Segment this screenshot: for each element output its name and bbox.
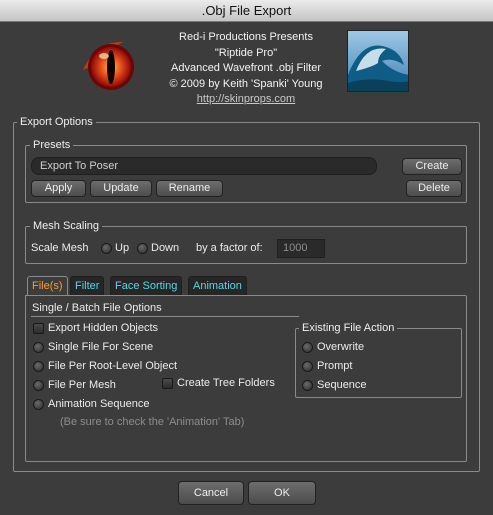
header-line-presents: Red-i Productions Presents	[179, 31, 313, 43]
website-link[interactable]: http://skinprops.com	[143, 92, 349, 108]
scale-mesh-label: Scale Mesh	[31, 242, 89, 254]
file-per-root-radio[interactable]	[33, 361, 44, 372]
export-hidden-checkbox[interactable]	[33, 323, 44, 334]
single-file-radio[interactable]	[33, 342, 44, 353]
existing-file-action-title: Existing File Action	[299, 322, 398, 335]
create-tree-folders-label: Create Tree Folders	[177, 377, 275, 389]
animation-sequence-label: Animation Sequence	[48, 398, 150, 410]
apply-button[interactable]: Apply	[31, 180, 86, 197]
prompt-label: Prompt	[317, 360, 353, 372]
create-button[interactable]: Create	[402, 158, 462, 175]
file-per-root-label: File Per Root-Level Object	[48, 360, 177, 372]
batch-options-title: Single / Batch File Options	[32, 302, 162, 314]
update-button[interactable]: Update	[90, 180, 152, 197]
window-title: .Obj File Export	[0, 0, 493, 22]
animation-sequence-radio[interactable]	[33, 399, 44, 410]
wave-thumbnail-icon	[347, 30, 409, 92]
batch-options-divider	[31, 316, 299, 317]
scale-up-label: Up	[115, 242, 130, 254]
scale-down-radio[interactable]	[137, 243, 148, 254]
header-line-product: "Riptide Pro"	[214, 46, 278, 59]
prompt-radio[interactable]	[302, 361, 313, 372]
tab-files[interactable]: File(s)	[27, 276, 68, 296]
sequence-radio[interactable]	[302, 380, 313, 391]
file-per-mesh-radio[interactable]	[33, 380, 44, 391]
overwrite-radio[interactable]	[302, 342, 313, 353]
delete-button[interactable]: Delete	[406, 180, 462, 197]
mesh-scaling-title: Mesh Scaling	[30, 220, 103, 233]
export-hidden-label: Export Hidden Objects	[48, 322, 159, 334]
scale-down-label: Down	[151, 242, 180, 254]
header-credits: Red-i Productions Presents "Riptide Pro"…	[143, 30, 349, 108]
create-tree-folders-checkbox[interactable]	[162, 378, 173, 389]
ok-button[interactable]: OK	[248, 481, 316, 505]
file-per-mesh-label: File Per Mesh	[48, 379, 116, 391]
preset-selector[interactable]: Export To Poser	[31, 157, 377, 175]
presets-title: Presets	[30, 139, 74, 152]
scale-factor-input[interactable]: 1000	[277, 239, 325, 258]
red-eye-logo-icon	[82, 37, 138, 93]
export-options-title: Export Options	[17, 116, 96, 129]
sequence-label: Sequence	[317, 379, 367, 391]
tab-face-sorting[interactable]: Face Sorting	[110, 276, 183, 296]
tab-filter[interactable]: Filter	[70, 276, 105, 296]
tab-animation[interactable]: Animation	[188, 276, 247, 296]
overwrite-label: Overwrite	[317, 341, 365, 353]
scale-up-radio[interactable]	[101, 243, 112, 254]
factor-label: by a factor of:	[196, 242, 263, 254]
cancel-button[interactable]: Cancel	[178, 481, 244, 505]
header-line-copyright: © 2009 by Keith 'Spanki' Young	[169, 77, 323, 90]
animation-hint: (Be sure to check the 'Animation' Tab)	[60, 416, 245, 428]
single-file-label: Single File For Scene	[48, 341, 154, 353]
header-line-description: Advanced Wavefront .obj Filter	[171, 62, 321, 75]
rename-button[interactable]: Rename	[156, 180, 223, 197]
